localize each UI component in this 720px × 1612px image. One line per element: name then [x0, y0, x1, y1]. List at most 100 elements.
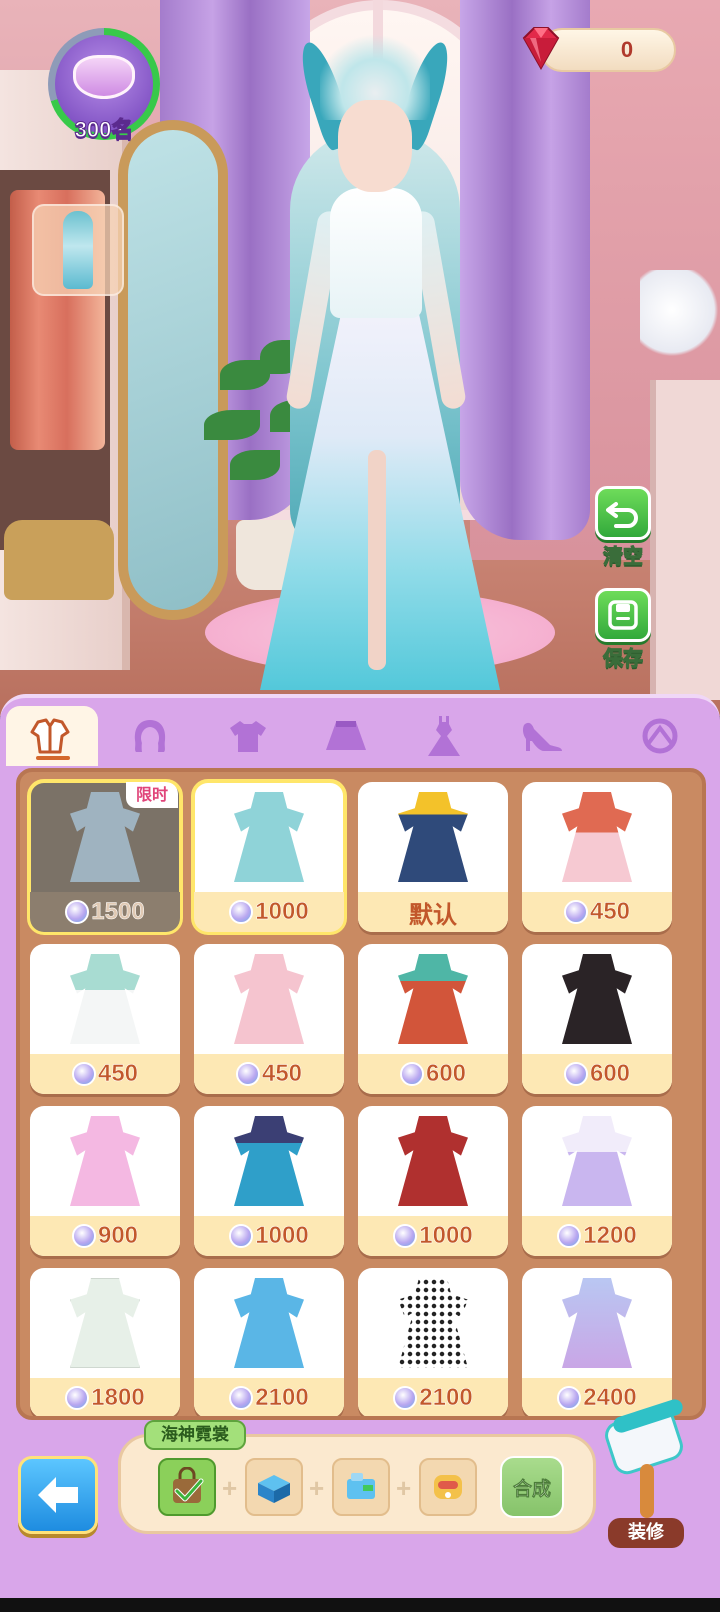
- clothing-grid: 限时 1500 1000 默认 450 450 450 600 600 900 …: [16, 768, 706, 1420]
- tab-bottom[interactable]: [300, 706, 392, 766]
- decorate-button[interactable]: 装修: [600, 1397, 690, 1548]
- clothing-card[interactable]: 450: [194, 944, 344, 1094]
- material-slot[interactable]: [419, 1458, 477, 1516]
- price-value: 1500: [91, 898, 145, 926]
- coin-icon: [65, 900, 90, 924]
- high-heel-icon: [522, 722, 562, 751]
- clothing-card[interactable]: 450: [522, 782, 672, 932]
- price-bar: 900: [30, 1216, 180, 1256]
- clothing-card[interactable]: 1000: [191, 779, 347, 935]
- clothing-card[interactable]: 1000: [358, 1106, 508, 1256]
- price-value: 1000: [255, 1222, 309, 1250]
- price-bar: 1200: [522, 1216, 672, 1256]
- wardrobe: [0, 70, 130, 670]
- price-bar: 1000: [358, 1216, 508, 1256]
- clothing-card[interactable]: 2100: [194, 1268, 344, 1416]
- flower-vase: [640, 270, 720, 370]
- clothing-image: [522, 1106, 672, 1216]
- skirt-icon: [326, 721, 366, 750]
- character-bodice: [330, 188, 422, 318]
- character-leg: [368, 450, 386, 670]
- coin-icon: [399, 1062, 424, 1086]
- player-character[interactable]: [250, 20, 500, 700]
- price-bar: 600: [522, 1054, 672, 1094]
- rank-badge[interactable]: 300名: [48, 28, 160, 143]
- price-value: 450: [261, 1060, 303, 1088]
- clothing-card[interactable]: 2100: [358, 1268, 508, 1416]
- coin-icon: [71, 1224, 96, 1248]
- clothing-card[interactable]: 600: [358, 944, 508, 1094]
- tab-shoes[interactable]: [496, 706, 588, 766]
- clothing-card[interactable]: 1800: [30, 1268, 180, 1416]
- clothing-image: [358, 1106, 508, 1216]
- rank-label: 300名: [74, 117, 134, 143]
- save-disk-icon: [608, 600, 638, 630]
- clothing-card[interactable]: 600: [522, 944, 672, 1094]
- clothing-image: [358, 944, 508, 1054]
- tab-top[interactable]: [202, 706, 294, 766]
- navigation-bar: [0, 1598, 720, 1612]
- price-bar: 2100: [194, 1378, 344, 1416]
- clothing-image: [30, 1106, 180, 1216]
- coin-icon: [563, 1062, 588, 1086]
- coin-icon: [393, 1386, 418, 1410]
- tab-dress[interactable]: [398, 706, 490, 766]
- price-value: 450: [97, 1060, 139, 1088]
- outfit-preview-thumbnail[interactable]: [32, 204, 124, 296]
- coin-icon: [563, 900, 588, 924]
- clothing-card[interactable]: 900: [30, 1106, 180, 1256]
- golden-device-icon: [434, 1475, 462, 1499]
- roller-handle: [640, 1464, 654, 1518]
- price-bar: 600: [358, 1054, 508, 1094]
- clothing-image: [194, 944, 344, 1054]
- hair-icon: [134, 720, 166, 752]
- tab-hair[interactable]: [104, 706, 196, 766]
- back-button[interactable]: [18, 1456, 98, 1534]
- wardrobe-panel: 限时 1500 1000 默认 450 450 450 600 600 900 …: [0, 694, 720, 1612]
- clothing-card[interactable]: 450: [30, 944, 180, 1094]
- price-bar: 1000: [194, 1216, 344, 1256]
- coin-icon: [393, 1224, 418, 1248]
- clothing-card[interactable]: 限时 1500: [27, 779, 183, 935]
- clothing-card[interactable]: 默认: [358, 782, 508, 932]
- material-slot[interactable]: [245, 1458, 303, 1516]
- tab-outfit[interactable]: [6, 706, 98, 766]
- compose-button[interactable]: 合成: [500, 1456, 564, 1518]
- shirt-icon: [230, 721, 266, 752]
- clothing-image: [30, 944, 180, 1054]
- price-value: 2100: [419, 1384, 473, 1412]
- character-face: [338, 100, 412, 192]
- shell-icon: [73, 55, 135, 99]
- clothing-image: [194, 1268, 344, 1378]
- save-button[interactable]: [595, 588, 651, 642]
- price-bar: 450: [194, 1054, 344, 1094]
- clothing-card[interactable]: 1000: [194, 1106, 344, 1256]
- coin-icon: [557, 1386, 582, 1410]
- price-value: 900: [97, 1222, 139, 1250]
- clothing-card[interactable]: 1200: [522, 1106, 672, 1256]
- clothing-card[interactable]: 2400: [522, 1268, 672, 1416]
- coin-icon: [65, 1386, 90, 1410]
- category-tab-bar: [0, 706, 720, 766]
- coin-icon: [229, 900, 254, 924]
- clothing-image: [358, 1268, 508, 1378]
- outfit-set-name: 海神霓裳: [144, 1420, 246, 1450]
- material-slot[interactable]: [332, 1458, 390, 1516]
- price-bar: 450: [30, 1054, 180, 1094]
- coin-icon: [71, 1062, 96, 1086]
- full-outfit-icon: [30, 718, 70, 754]
- bag-check-icon: [173, 1467, 204, 1503]
- save-label: 保存: [603, 646, 644, 671]
- blue-box-icon: [258, 1475, 290, 1503]
- limited-time-badge: 限时: [126, 782, 178, 808]
- price-bar: 1800: [30, 1378, 180, 1416]
- tab-accessory[interactable]: [614, 706, 706, 766]
- plus-icon: +: [222, 1473, 238, 1503]
- decorate-label: 装修: [608, 1518, 684, 1548]
- ruby-gem-icon: [522, 27, 560, 71]
- price-bar: 2100: [358, 1378, 508, 1416]
- clear-label: 清空: [603, 544, 644, 569]
- material-slot[interactable]: [158, 1458, 216, 1516]
- clear-button[interactable]: [595, 486, 651, 540]
- price-bar: 默认: [358, 892, 508, 932]
